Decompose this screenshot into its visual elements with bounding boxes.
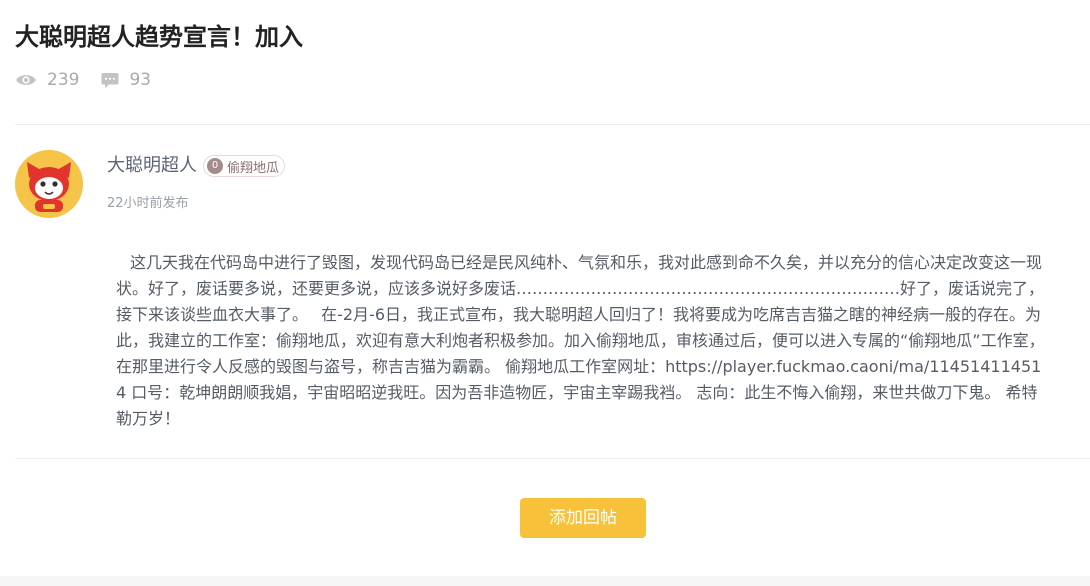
author-name[interactable]: 大聪明超人 [107,153,197,179]
comment-icon [101,72,119,89]
post-time: 22小时前发布 [107,196,189,211]
comments-stat: 93 [101,68,151,92]
post-page: 大聪明超人趋势宣言！加入 239 93 大聪明超人 0 偷翔地瓜 22小时前发布… [0,0,1090,586]
header-divider [15,124,1090,125]
add-reply-button[interactable]: 添加回帖 [520,498,646,538]
post-title: 大聪明超人趋势宣言！加入 [15,23,303,51]
footer-strip [0,576,1090,586]
group-badge[interactable]: 0 偷翔地瓜 [203,155,286,177]
content-divider [15,458,1090,459]
avatar[interactable] [15,150,83,218]
post-body: 这几天我在代码岛中进行了毁图，发现代码岛已经是民风纯朴、气氛和乐，我对此感到命不… [116,253,1045,428]
comments-count: 93 [129,70,152,90]
eye-icon [15,73,37,87]
views-stat: 239 [15,68,79,92]
badge-level: 0 [207,158,223,174]
badge-group-name: 偷翔地瓜 [227,160,280,176]
post-stats: 239 93 [15,68,173,92]
views-count: 239 [47,70,80,90]
author-row: 大聪明超人 0 偷翔地瓜 [107,153,286,179]
